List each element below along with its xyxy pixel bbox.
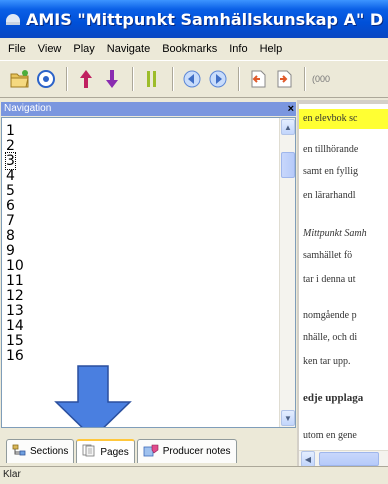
page-number: 2	[6, 138, 15, 154]
page-number: 11	[6, 273, 24, 289]
pages-icon	[82, 444, 96, 460]
page-number: 3	[5, 152, 16, 170]
content-line: nomgående p	[303, 310, 357, 321]
page-list-item[interactable]: 14	[6, 319, 24, 334]
toolbar-overflow-text: (000	[312, 74, 331, 84]
toolbar-separator	[132, 67, 134, 91]
page-list-item[interactable]: 3	[5, 152, 24, 170]
pages-list-rows: 1 2 3 4 5 6 7 8 9 10 11 12 13 14 15 16	[5, 124, 24, 364]
menu-info[interactable]: Info	[223, 38, 253, 60]
page-list-item[interactable]: 1	[6, 124, 24, 139]
menu-play[interactable]: Play	[67, 38, 100, 60]
arrow-up-icon[interactable]	[74, 66, 98, 92]
window-title: AMIS "Mittpunkt Samhällskunskap A" D	[26, 9, 384, 29]
page-number: 13	[6, 303, 24, 319]
toolbar-separator	[172, 67, 174, 91]
tab-sections-label: Sections	[30, 446, 69, 457]
blue-arrow-annotation-icon	[54, 365, 132, 427]
navigation-tabs: Sections Pages Producer notes	[6, 439, 239, 463]
page-list-item[interactable]: 15	[6, 334, 24, 349]
title-bar[interactable]: AMIS "Mittpunkt Samhällskunskap A" D	[0, 0, 388, 38]
page-number: 10	[6, 258, 24, 274]
content-line: tar i denna ut	[303, 274, 356, 285]
tab-pages-label: Pages	[100, 446, 129, 458]
status-text: Klar	[3, 469, 21, 480]
content-line: samhället fö	[303, 250, 353, 261]
page-number: 1	[6, 123, 15, 139]
toolbar-separator	[238, 67, 240, 91]
page-number: 8	[6, 228, 15, 244]
back-icon[interactable]	[180, 66, 204, 92]
content-line: Mittpunkt Samh	[303, 228, 367, 239]
content-line: en elevbok sc	[303, 113, 358, 124]
page-list-item[interactable]: 13	[6, 304, 24, 319]
page-number: 5	[6, 183, 15, 199]
page-list-item[interactable]: 2	[6, 139, 24, 154]
navigation-header-label: Navigation	[4, 103, 52, 114]
menu-bar: File View Play Navigate Bookmarks Info H…	[0, 38, 388, 60]
previous-page-icon[interactable]	[246, 66, 270, 92]
content-line: nhälle, och di	[303, 332, 358, 343]
content-line: ken tar upp.	[303, 356, 351, 367]
producer-notes-icon	[143, 444, 159, 460]
page-list-item[interactable]: 11	[6, 274, 24, 289]
status-bar: Klar	[0, 466, 388, 484]
content-area[interactable]: en elevbok sc en tillhörande samt en fyl…	[297, 100, 388, 466]
next-page-icon[interactable]	[272, 66, 296, 92]
tab-sections[interactable]: Sections	[6, 439, 75, 463]
scroll-down-button[interactable]: ▼	[281, 410, 295, 426]
page-list-item[interactable]: 16	[6, 349, 24, 364]
sections-icon	[12, 444, 26, 459]
page-number: 14	[6, 318, 24, 334]
page-number: 7	[6, 213, 15, 229]
tab-pages[interactable]: Pages	[76, 439, 135, 463]
navigation-header: Navigation ×	[1, 102, 296, 116]
tab-producer-notes-label: Producer notes	[162, 446, 231, 457]
toolbar: (000	[0, 60, 388, 98]
page-list-item[interactable]: 10	[6, 259, 24, 274]
open-folder-icon[interactable]	[8, 66, 32, 92]
menu-navigate[interactable]: Navigate	[101, 38, 156, 60]
content-line: utom en gene	[303, 430, 357, 441]
tab-producer-notes[interactable]: Producer notes	[136, 439, 237, 463]
page-number: 4	[6, 168, 15, 184]
content-line: samt en fyllig	[303, 166, 358, 177]
page-list-item[interactable]: 12	[6, 289, 24, 304]
navigation-pane: Navigation × 1 2 3 4 5 6 7 8 9 10 11 12 13 14 15 16 ▲ ▼…	[0, 100, 297, 466]
menu-help[interactable]: Help	[254, 38, 289, 60]
pause-icon[interactable]	[140, 66, 164, 92]
forward-icon[interactable]	[206, 66, 230, 92]
page-number: 16	[6, 348, 24, 364]
pages-list[interactable]: 1 2 3 4 5 6 7 8 9 10 11 12 13 14 15 16 ▲ ▼	[1, 117, 296, 428]
vertical-scrollbar[interactable]: ▲ ▼	[279, 118, 295, 427]
content-top-edge	[299, 100, 388, 104]
page-list-item[interactable]: 7	[6, 214, 24, 229]
target-icon[interactable]	[34, 66, 58, 92]
scroll-thumb[interactable]	[281, 152, 295, 178]
arrow-down-icon[interactable]	[100, 66, 124, 92]
app-icon	[6, 12, 20, 26]
content-heading: edje upplaga	[303, 392, 364, 404]
page-list-item[interactable]: 8	[6, 229, 24, 244]
menu-file[interactable]: File	[2, 38, 32, 60]
toolbar-separator	[304, 67, 306, 91]
page-number: 15	[6, 333, 24, 349]
close-icon[interactable]: ×	[288, 102, 294, 116]
page-list-item[interactable]: 4	[6, 169, 24, 184]
page-number: 6	[6, 198, 15, 214]
page-list-item[interactable]: 9	[6, 244, 24, 259]
page-list-item[interactable]: 5	[6, 184, 24, 199]
menu-bookmarks[interactable]: Bookmarks	[156, 38, 223, 60]
toolbar-separator	[66, 67, 68, 91]
scroll-up-button[interactable]: ▲	[281, 119, 295, 135]
content-line: en lärarhandl	[303, 190, 356, 201]
page-number: 12	[6, 288, 24, 304]
horizontal-scroll-thumb[interactable]	[319, 452, 379, 466]
horizontal-scrollbar[interactable]: ◀	[299, 450, 388, 466]
content-line: en tillhörande	[303, 144, 359, 155]
menu-view[interactable]: View	[32, 38, 68, 60]
page-list-item[interactable]: 6	[6, 199, 24, 214]
page-number: 9	[6, 243, 15, 259]
scroll-left-button[interactable]: ◀	[301, 451, 315, 466]
